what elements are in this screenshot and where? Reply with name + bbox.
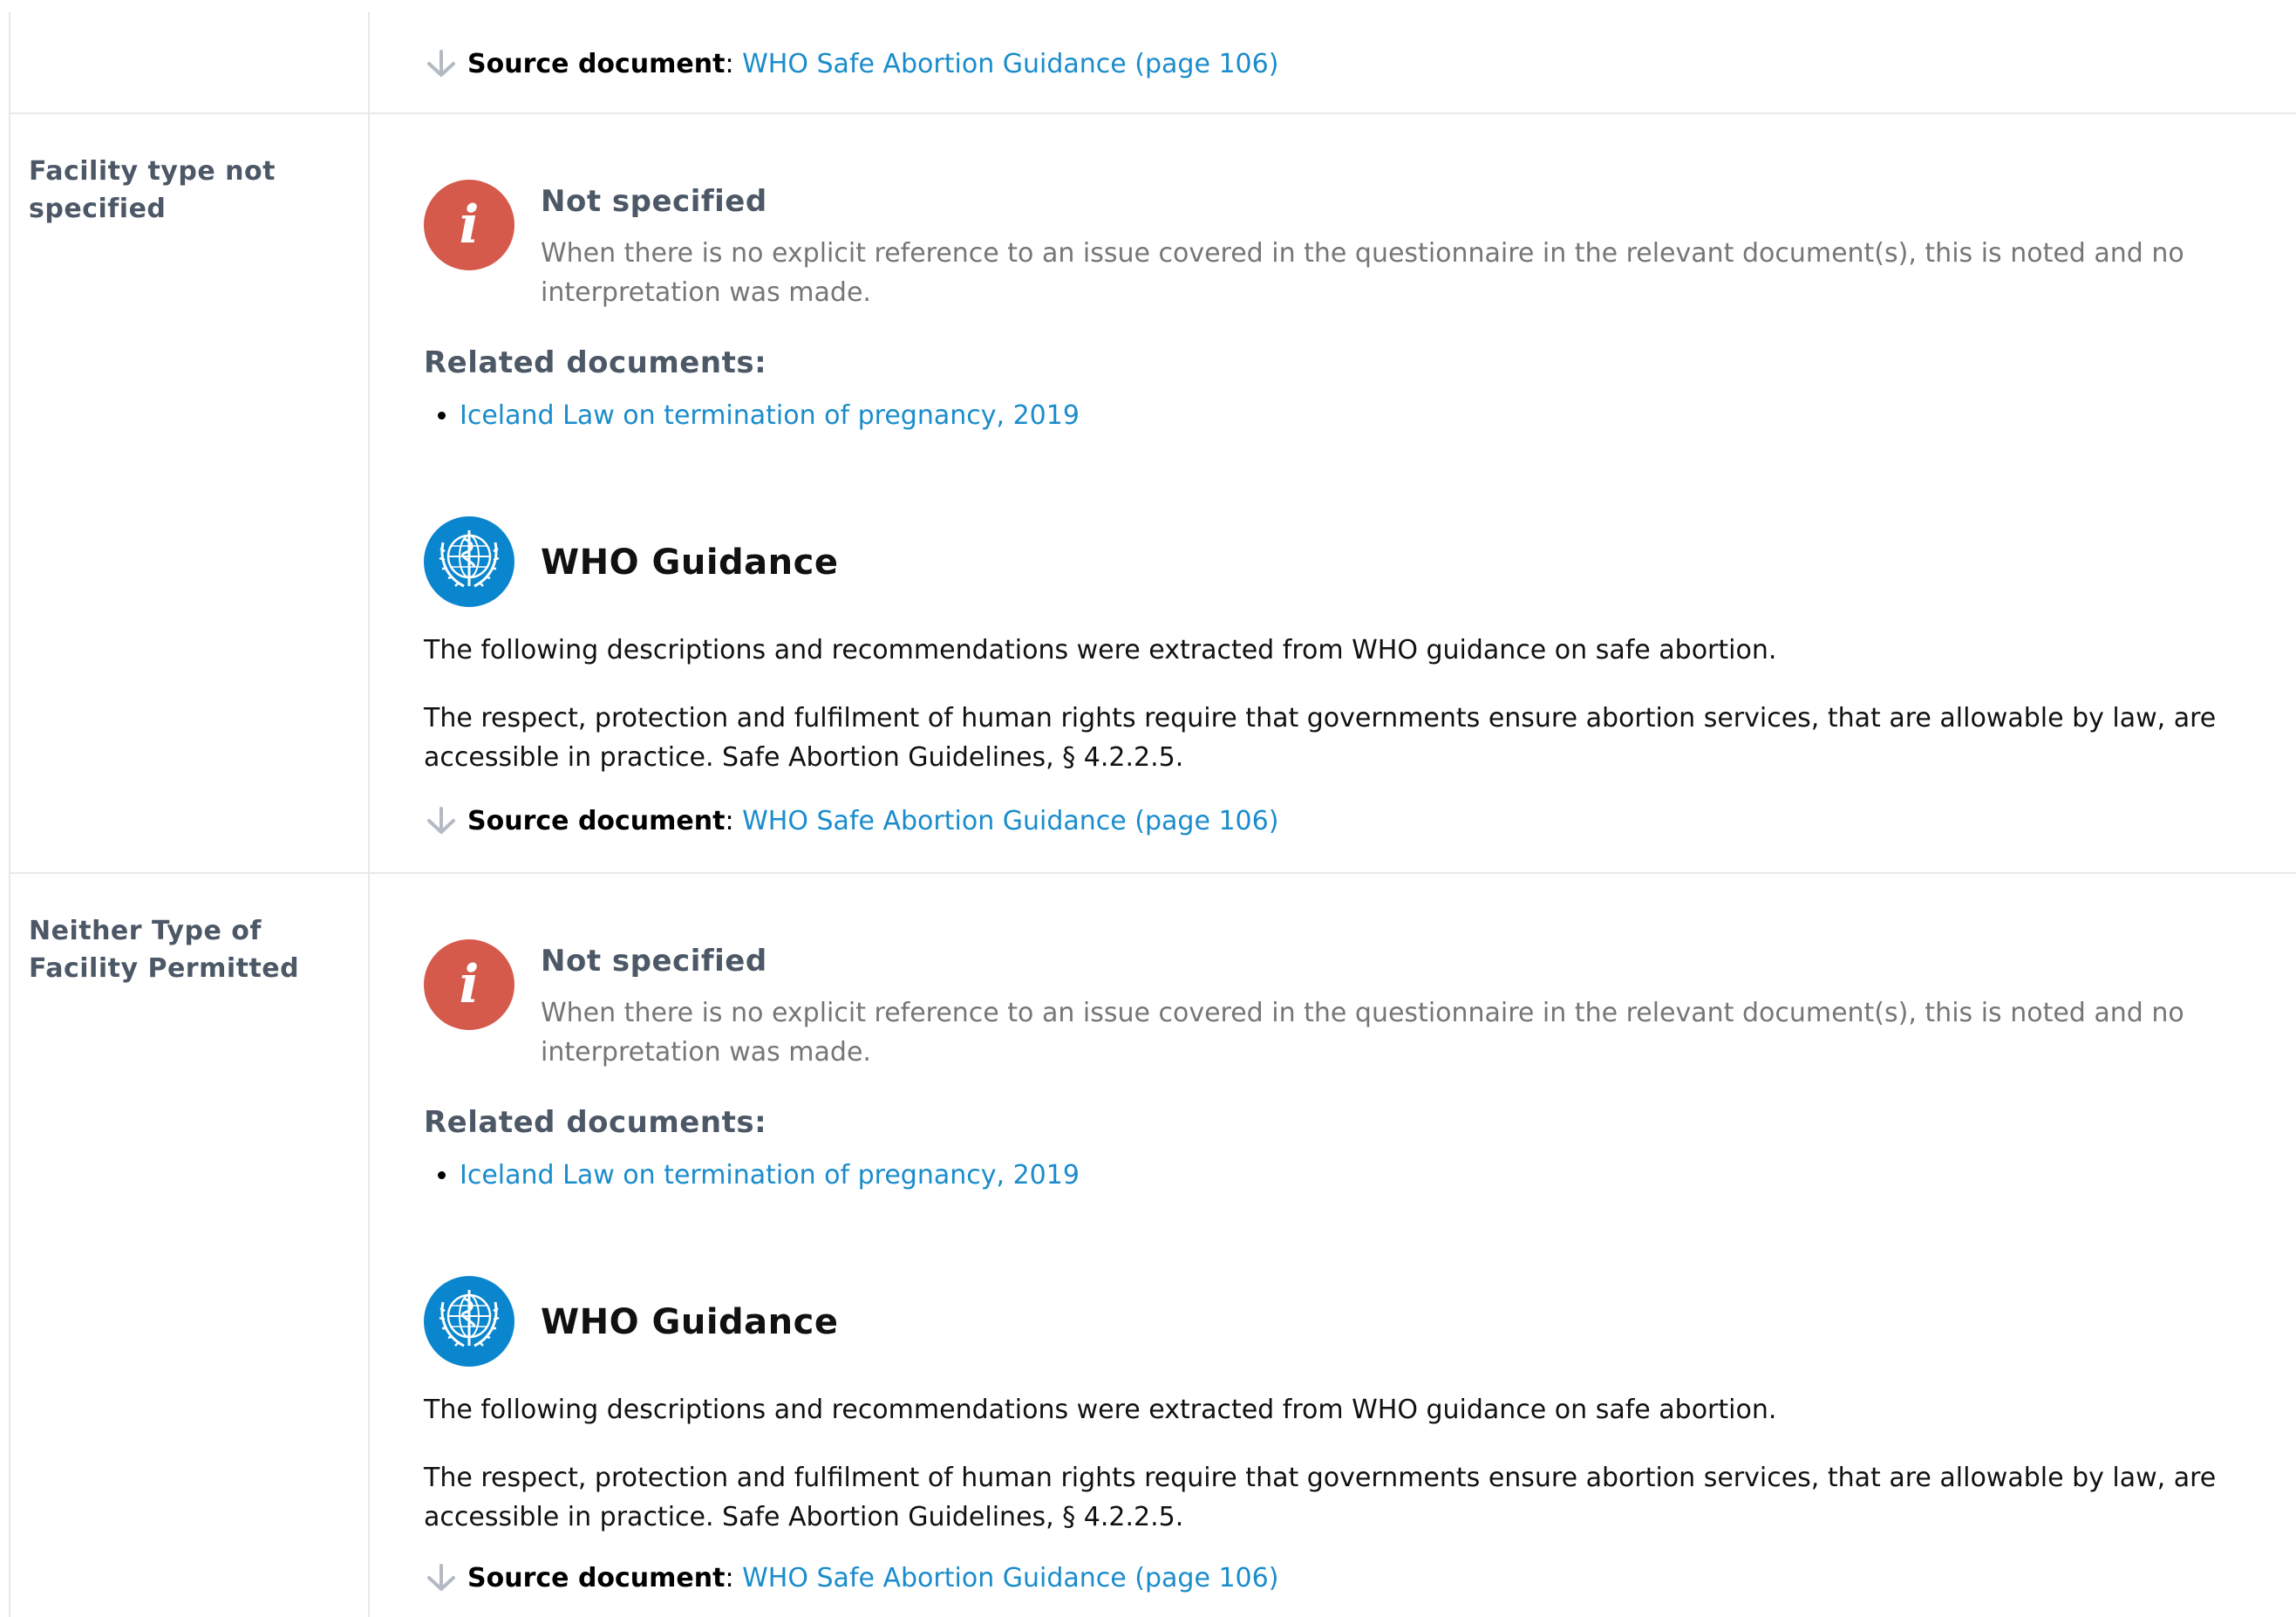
previous-row-tail: Source document: WHO Safe Abortion Guida…	[10, 0, 2296, 114]
source-document-label: Source document	[467, 1563, 726, 1593]
info-icon: i	[424, 180, 514, 270]
source-document-separator: :	[725, 1563, 743, 1593]
related-documents-list: Iceland Law on termination of pregnancy,…	[424, 1156, 1080, 1195]
arrow-down-icon	[427, 50, 455, 77]
source-document-separator: :	[725, 49, 743, 79]
source-document-link[interactable]: WHO Safe Abortion Guidance (page 106)	[742, 1563, 1278, 1593]
related-documents-heading: Related documents:	[424, 345, 767, 380]
table-row: Neither Type of Facility Permitted i Not…	[10, 874, 2296, 1617]
source-document-link[interactable]: WHO Safe Abortion Guidance (page 106)	[742, 806, 1278, 836]
source-document-label: Source document	[467, 806, 726, 836]
source-document-line: Source document: WHO Safe Abortion Guida…	[424, 1561, 1278, 1596]
row-label: Facility type not specified	[29, 156, 276, 224]
arrow-down-icon	[427, 807, 455, 834]
who-guidance-intro: The following descriptions and recommend…	[424, 1395, 1777, 1425]
source-document-label: Source document	[467, 49, 726, 79]
source-document-link[interactable]: WHO Safe Abortion Guidance (page 106)	[742, 49, 1278, 79]
related-documents-list: Iceland Law on termination of pregnancy,…	[424, 396, 1080, 435]
list-item: Iceland Law on termination of pregnancy,…	[460, 396, 1080, 435]
who-guidance-text: The respect, protection and fulfilment o…	[424, 703, 2217, 773]
who-guidance-title: WHO Guidance	[541, 542, 839, 583]
related-document-link[interactable]: Iceland Law on termination of pregnancy,…	[460, 1160, 1080, 1191]
status-title: Not specified	[541, 184, 767, 219]
source-document-line: Source document: WHO Safe Abortion Guida…	[424, 47, 1278, 82]
arrow-down-icon	[427, 1564, 455, 1591]
status-title: Not specified	[541, 944, 767, 979]
table-row: Facility type not specified i Not specif…	[10, 114, 2296, 874]
who-guidance-intro: The following descriptions and recommend…	[424, 635, 1777, 665]
who-guidance-title: WHO Guidance	[541, 1302, 839, 1342]
who-emblem-icon	[424, 1276, 514, 1367]
status-description: When there is no explicit reference to a…	[541, 998, 2184, 1068]
source-document-line: Source document: WHO Safe Abortion Guida…	[424, 804, 1278, 839]
status-description: When there is no explicit reference to a…	[541, 238, 2184, 308]
page: Source document: WHO Safe Abortion Guida…	[0, 0, 2296, 1617]
who-emblem-icon	[424, 516, 514, 607]
who-guidance-text: The respect, protection and fulfilment o…	[424, 1463, 2217, 1532]
related-document-link[interactable]: Iceland Law on termination of pregnancy,…	[460, 400, 1080, 431]
source-document-separator: :	[725, 806, 743, 836]
row-label: Neither Type of Facility Permitted	[29, 916, 300, 984]
related-documents-heading: Related documents:	[424, 1105, 767, 1140]
info-icon: i	[424, 939, 514, 1030]
list-item: Iceland Law on termination of pregnancy,…	[460, 1156, 1080, 1195]
